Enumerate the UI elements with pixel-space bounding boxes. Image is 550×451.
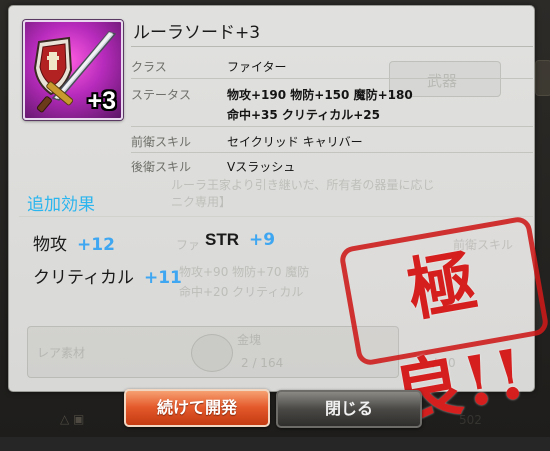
front-skill-value: セイクリッド キャリバー <box>227 135 363 149</box>
close-button[interactable]: 閉じる <box>276 390 422 428</box>
effect-item: クリティカル +11 <box>33 263 182 288</box>
item-result-card: 武器 ルーラ王家より引き継いだ、所有者の器量に応じ ニク専用】 ファ 前衛スキル… <box>8 5 550 436</box>
effect-item: STR +9 <box>205 230 275 250</box>
bg-class-ghost: ファ <box>176 238 201 252</box>
status-label: ステータス <box>131 88 192 102</box>
bg-side-tab <box>535 60 550 96</box>
divider <box>131 126 533 127</box>
title-divider <box>131 46 533 47</box>
bg-desc-line1: ルーラ王家より引き継いだ、所有者の器量に応じ <box>171 178 435 192</box>
effect-name: STR <box>205 230 239 249</box>
back-skill-label: 後衛スキル <box>131 160 192 174</box>
effect-item: 物攻 +12 <box>33 230 115 255</box>
item-icon: +3 <box>23 20 123 120</box>
extra-effects-title: 追加効果 <box>27 195 95 215</box>
status-line-1: 物攻+190 物防+150 魔防+180 <box>227 88 413 102</box>
effect-value: +11 <box>143 268 182 288</box>
bg-weapon-tab-label: 武器 <box>427 72 458 90</box>
continue-develop-button[interactable]: 続けて開発 <box>124 389 270 427</box>
bg-desc-line2: ニク専用】 <box>171 195 232 209</box>
status-line-2: 命中+35 クリティカル+25 <box>227 108 380 122</box>
bg-stat-ghost2: 命中+20 クリティカル <box>179 285 304 299</box>
item-name: ルーラソード+3 <box>133 23 261 43</box>
bg-bottom-label: △ ▣ <box>60 412 85 426</box>
bg-rare-material: レア素材 <box>37 346 86 360</box>
back-skill-value: Vスラッシュ <box>227 160 296 174</box>
excellent-quality-stamp: 極良!! <box>338 215 550 436</box>
bg-gold-label: 金塊 <box>237 333 262 347</box>
divider <box>19 216 533 217</box>
bg-gold-icon <box>191 334 233 372</box>
effect-name: 物攻 <box>33 235 67 255</box>
class-value: ファイター <box>227 60 287 74</box>
effect-value: +12 <box>77 235 115 255</box>
bg-gold-count: 2 / 164 <box>241 356 284 370</box>
divider <box>131 152 533 153</box>
effect-name: クリティカル <box>33 268 134 288</box>
divider <box>131 78 533 79</box>
front-skill-label: 前衛スキル <box>131 135 192 149</box>
enhance-level-badge: +3 <box>87 87 116 115</box>
class-label: クラス <box>131 60 167 74</box>
bg-stat-ghost1: 物攻+90 物防+70 魔防 <box>179 265 310 279</box>
effect-value: +9 <box>249 230 276 250</box>
